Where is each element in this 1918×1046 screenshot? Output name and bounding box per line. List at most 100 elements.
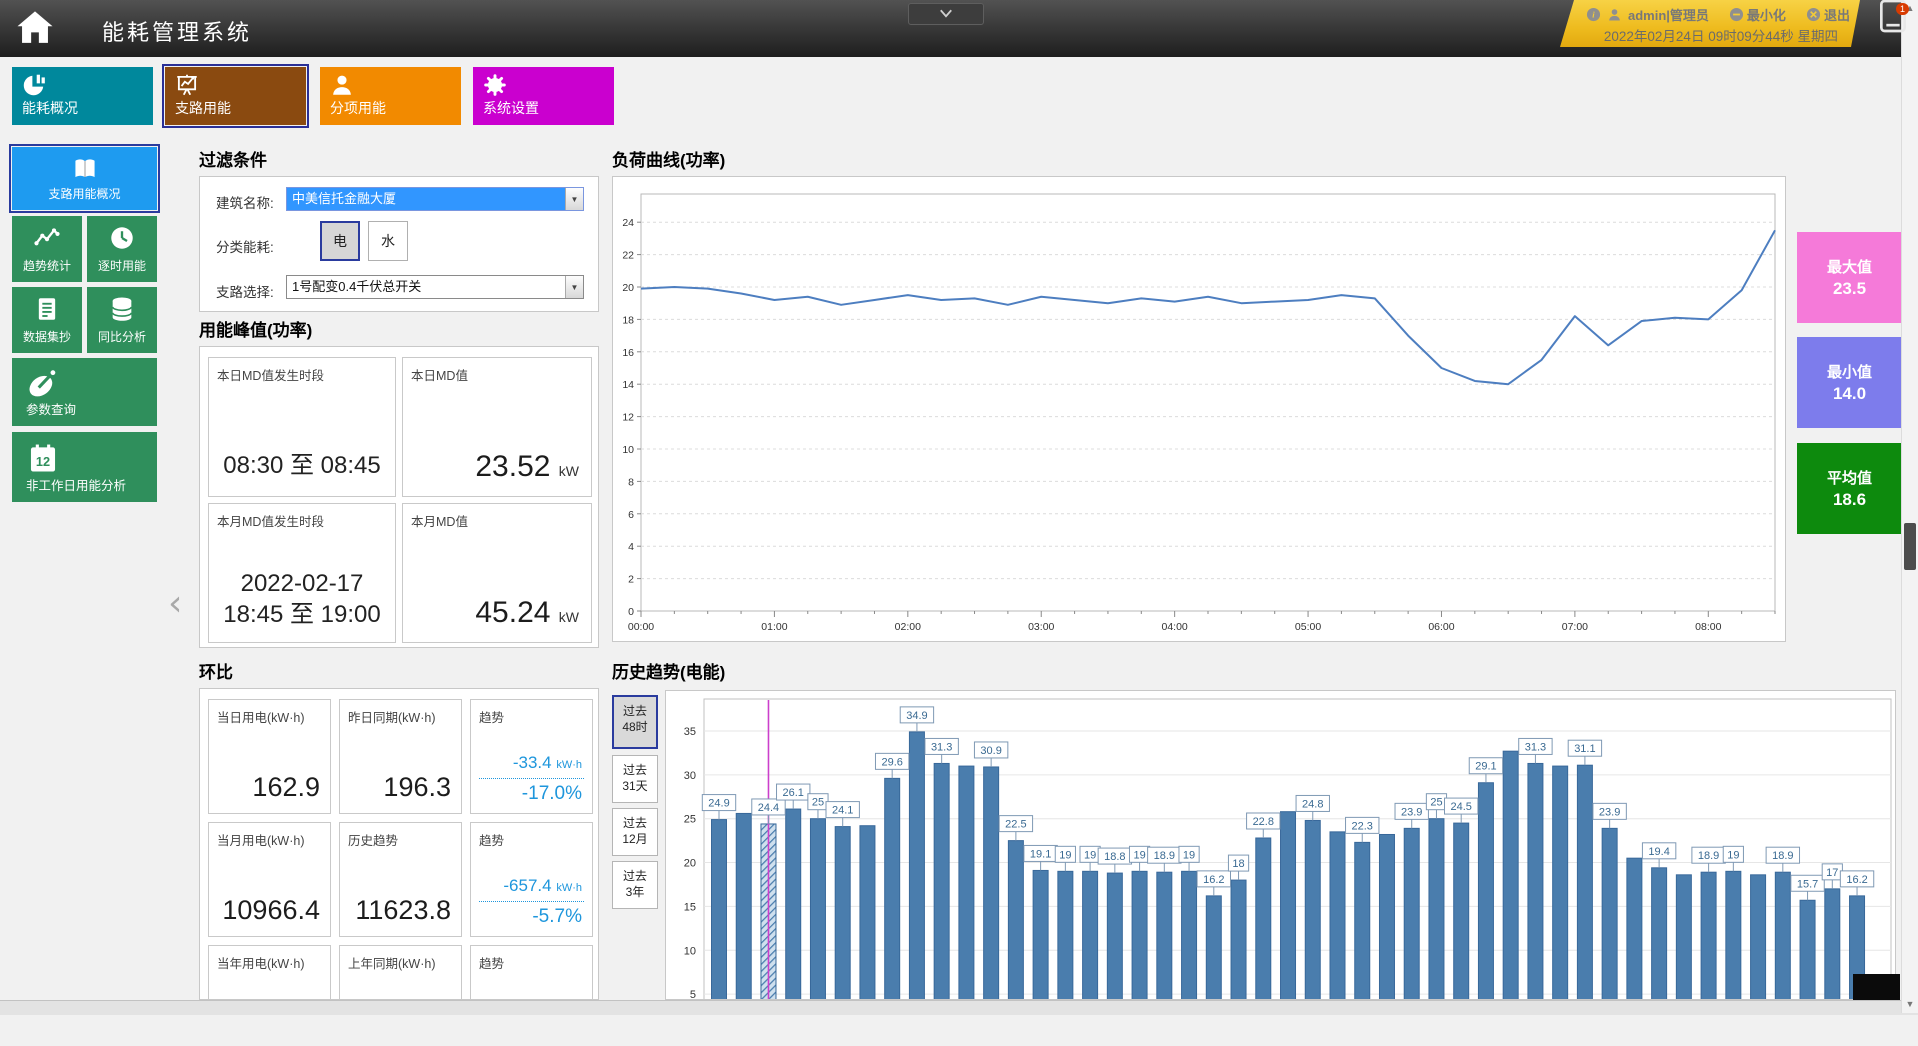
svg-text:18.9: 18.9: [1154, 850, 1175, 862]
huanbi-card-label: 历史趋势: [348, 830, 398, 849]
nav-tile-能耗概况[interactable]: 能耗概况: [12, 67, 153, 125]
stat-card-最小值: 最小值14.0: [1797, 337, 1902, 428]
app-title: 能耗管理系统: [102, 15, 252, 47]
branch-select[interactable]: 1号配变0.4千伏总开关 ▼: [286, 275, 584, 299]
nav-tile-label: 支路用能: [175, 98, 231, 118]
category-button-电[interactable]: 电: [320, 221, 360, 261]
svg-text:30.9: 30.9: [980, 745, 1001, 757]
sidebar-item-参数查询[interactable]: 参数查询: [12, 358, 157, 426]
home-icon[interactable]: [14, 7, 56, 49]
trend-divider: [479, 778, 584, 779]
filter-section-title: 过滤条件: [199, 146, 267, 171]
nav-tile-系统设置[interactable]: 系统设置: [473, 67, 614, 125]
peak-card: 本日MD值 23.52 kW: [402, 357, 592, 497]
presentation-chart-icon: [174, 72, 200, 98]
scrollbar-thumb[interactable]: [1904, 523, 1916, 570]
book-icon: [71, 155, 99, 183]
svg-text:31.1: 31.1: [1574, 743, 1595, 755]
svg-text:19: 19: [1727, 849, 1739, 861]
sidebar-item-非工作日用能分析[interactable]: 12非工作日用能分析: [12, 432, 157, 502]
range-button-过去48时[interactable]: 过去48时: [612, 695, 658, 749]
vertical-scrollbar[interactable]: ▲ ▼: [1901, 0, 1918, 1013]
satellite-dish-icon: [26, 367, 60, 401]
svg-text:5: 5: [690, 989, 696, 1000]
sidebar-item-趋势统计[interactable]: 趋势统计: [12, 216, 82, 282]
huanbi-card-label: 趋势: [479, 830, 504, 849]
huanbi-card: 当年用电(kW·h): [208, 945, 331, 1000]
svg-text:24.4: 24.4: [758, 802, 779, 814]
svg-text:04:00: 04:00: [1162, 621, 1188, 633]
gear-icon: [482, 72, 508, 98]
svg-text:19: 19: [1133, 849, 1145, 861]
trend-delta-value: -33.4 kW·h: [513, 753, 582, 773]
huanbi-card-value: 196.3: [383, 772, 451, 803]
huanbi-trend-card: 趋势: [470, 945, 593, 1000]
app-header: 能耗管理系统 i admin|管理员 最小化 退出 2022年02月24日 09…: [0, 0, 1918, 57]
minimize-button[interactable]: 最小化: [1729, 5, 1786, 24]
svg-text:16.2: 16.2: [1203, 874, 1224, 886]
sidebar-item-逐时用能[interactable]: 逐时用能: [87, 216, 157, 282]
peak-section-title: 用能峰值(功率): [199, 316, 312, 341]
svg-text:19.1: 19.1: [1030, 848, 1051, 860]
info-icon[interactable]: i: [1586, 7, 1601, 22]
peak-card-label: 本日MD值: [411, 365, 468, 384]
building-selected-value: 中美信托金融大厦: [287, 188, 565, 210]
svg-text:35: 35: [684, 726, 696, 738]
sidebar-item-同比分析[interactable]: 同比分析: [87, 287, 157, 353]
sidebar-item-支路用能概况[interactable]: 支路用能概况: [12, 147, 157, 210]
stat-card-label: 平均值: [1827, 467, 1872, 488]
peak-card-value: 23.52 kW: [475, 450, 579, 484]
header-collapse-tab[interactable]: [908, 3, 984, 25]
svg-text:4: 4: [628, 541, 634, 553]
scroll-down-arrow[interactable]: ▼: [1902, 996, 1918, 1013]
sidebar-item-label: 数据集抄: [12, 328, 82, 345]
calendar-12-icon: 12: [26, 441, 60, 475]
peak-card-unit: kW: [559, 463, 579, 479]
svg-text:31.3: 31.3: [931, 741, 952, 753]
dropdown-arrow-icon[interactable]: ▼: [565, 188, 583, 210]
peak-card: 本月MD值45.24 kW: [402, 503, 592, 643]
peak-card-label: 本日MD值发生时段: [217, 365, 324, 384]
svg-text:29.6: 29.6: [881, 756, 902, 768]
load-curve-chart: 02468101214161820222400:0001:0002:0003:0…: [612, 176, 1786, 642]
sidebar-item-label: 同比分析: [87, 328, 157, 345]
svg-text:22.5: 22.5: [1005, 819, 1026, 831]
peak-card-label: 本月MD值发生时段: [217, 511, 324, 530]
svg-text:12: 12: [36, 454, 50, 469]
dropdown-arrow-icon[interactable]: ▼: [565, 276, 583, 298]
huanbi-card-label: 当日用电(kW·h): [217, 707, 305, 726]
svg-text:25: 25: [1430, 797, 1442, 809]
svg-text:22.8: 22.8: [1253, 816, 1274, 828]
category-label: 分类能耗:: [216, 236, 274, 256]
minimize-icon: [1729, 7, 1744, 22]
peak-card: 本月MD值发生时段2022-02-1718:45 至 19:00: [208, 503, 396, 643]
peak-card-label: 本月MD值: [411, 511, 468, 530]
svg-text:16: 16: [622, 347, 634, 359]
sidebar-item-数据集抄[interactable]: 数据集抄: [12, 287, 82, 353]
history-trend-title: 历史趋势(电能): [612, 658, 725, 683]
svg-text:01:00: 01:00: [761, 621, 787, 633]
svg-text:34.9: 34.9: [906, 710, 927, 722]
nav-tile-支路用能[interactable]: 支路用能: [165, 67, 306, 125]
range-button-过去31天[interactable]: 过去31天: [612, 755, 658, 803]
user-icon: [329, 72, 355, 98]
database-icon: [108, 295, 136, 323]
notification-center-button[interactable]: 1: [1873, 0, 1913, 31]
building-select[interactable]: 中美信托金融大厦 ▼: [286, 187, 584, 211]
svg-text:20: 20: [622, 282, 634, 294]
svg-text:16.2: 16.2: [1846, 874, 1867, 886]
svg-text:06:00: 06:00: [1428, 621, 1454, 633]
load-curve-svg: 02468101214161820222400:0001:0002:0003:0…: [613, 177, 1785, 641]
range-button-过去3年[interactable]: 过去3年: [612, 861, 658, 909]
nav-tile-label: 系统设置: [483, 98, 539, 118]
huanbi-card: 当日用电(kW·h)162.9: [208, 699, 331, 814]
nav-tile-分项用能[interactable]: 分项用能: [320, 67, 461, 125]
logout-button[interactable]: 退出: [1806, 5, 1850, 24]
user-badge: i admin|管理员 最小化 退出 2022年02月24日 09时09分44秒…: [1560, 0, 1860, 47]
stat-card-平均值: 平均值18.6: [1797, 443, 1902, 534]
sidebar-collapse-handle[interactable]: ‹: [168, 583, 182, 624]
svg-text:24.8: 24.8: [1302, 798, 1323, 810]
range-button-过去12月[interactable]: 过去12月: [612, 808, 658, 856]
category-button-水[interactable]: 水: [368, 221, 408, 261]
huanbi-card: 上年同期(kW·h): [339, 945, 462, 1000]
